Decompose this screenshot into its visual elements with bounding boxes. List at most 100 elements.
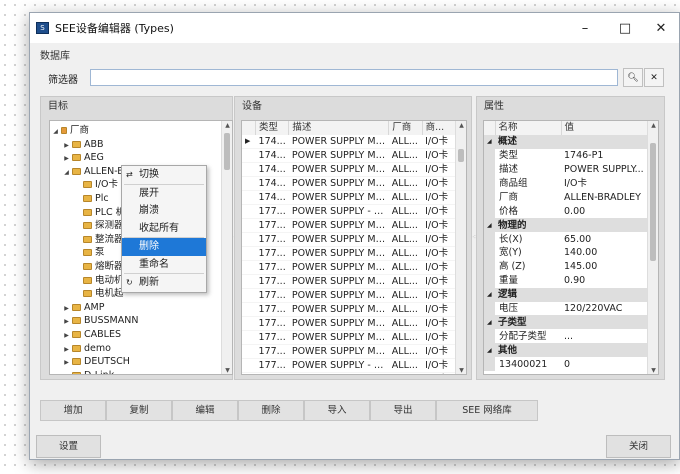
tree-scrollbar[interactable]: ▲ ▼ [221,121,232,374]
property-row[interactable]: 厂商 ALLEN-BRADLEY [484,190,649,205]
property-row[interactable]: 高 (Z) 145.00 [484,259,649,274]
scroll-up-icon[interactable]: ▲ [456,121,466,131]
property-row[interactable]: 电压 120/220VAC [484,301,649,316]
tree-item[interactable]: ▶ AEG [62,151,104,164]
close-button[interactable]: 关闭 [606,435,671,458]
tree-item[interactable]: ▶ BUSSMANN [62,314,138,327]
menu-item-collapse-all[interactable]: 收起所有 [122,220,206,238]
tree-item[interactable]: 电机起 [73,287,124,300]
tree-item[interactable]: 泵 [73,246,105,259]
column-header[interactable]: 描述 [288,121,390,135]
table-row[interactable]: 177...POWER SUPPLY MO...ALL...I/O卡 [242,218,457,234]
property-value[interactable]: 145.00 [561,260,649,274]
close-icon[interactable]: ✕ [641,13,680,43]
tree-item[interactable]: 电动机 [73,274,124,287]
scroll-thumb[interactable] [650,143,656,261]
table-row[interactable]: 177...POWER SUPPLY MO...ALL...I/O卡 [242,260,457,276]
tree-item[interactable]: ▶ D-Link [62,369,114,374]
collapsed-arrow-icon[interactable]: ▶ [62,302,71,315]
collapsed-arrow-icon[interactable]: ▶ [62,370,71,374]
property-row[interactable]: 价格 0.00 [484,204,649,219]
property-row[interactable]: 描述 POWER SUPPLY... [484,162,649,177]
tree-item[interactable]: ◢ 厂商 [51,124,89,137]
clear-filter-icon[interactable]: ✕ [644,68,664,87]
table-row[interactable]: 177...POWER SUPPLY MO...ALL...I/O卡 [242,288,457,304]
scroll-up-icon[interactable]: ▲ [648,121,658,131]
minimize-icon[interactable]: – [565,13,605,43]
property-row[interactable]: 分配子类型... [484,329,649,344]
export-button[interactable]: 导出 [370,400,436,421]
copy-button[interactable]: 复制 [106,400,172,421]
properties-grid[interactable]: 名称值 ◢ 概述 类型 1746-P1 描述 POWER SUPPLY... 商品组 I/O卡… [483,120,659,375]
tree-item[interactable]: 整流器 [73,233,124,246]
collapse-category-icon[interactable]: ◢ [484,315,495,330]
property-value[interactable]: 0 [561,357,649,371]
property-value[interactable]: ALLEN-BRADLEY [561,190,649,204]
menu-item-collapse[interactable]: 崩溃 [122,202,206,220]
maximize-icon[interactable]: □ [605,13,645,43]
property-value[interactable]: 1746-P1 [561,149,649,163]
table-row[interactable]: 174... POWER SUPPLY MO... ALL... I/O卡 [242,162,457,178]
property-value[interactable]: 120/220VAC [561,302,649,316]
tree-item[interactable]: ▶ AMP [62,301,104,314]
scroll-up-icon[interactable]: ▲ [222,121,232,131]
property-value[interactable]: ... [561,329,649,343]
collapse-category-icon[interactable]: ◢ [484,218,495,233]
tree-item[interactable]: ▶ ABB [62,138,103,152]
menu-item-expand[interactable]: 展开 [122,185,206,203]
add-button[interactable]: 增加 [40,400,106,421]
property-row[interactable]: 商品组 I/O卡 [484,176,649,191]
property-value[interactable]: 140.00 [561,246,649,260]
tree-item[interactable]: Plc [73,192,109,205]
property-value[interactable]: 65.00 [561,232,649,246]
property-category[interactable]: ◢ 概述 [484,134,649,149]
menu-item-refresh[interactable]: ↻ 刷新 [122,274,206,292]
table-row[interactable]: 177...POWER SUPPLY MO...ALL...I/O卡 [242,246,457,262]
column-header[interactable]: 厂商 [388,121,423,135]
collapsed-arrow-icon[interactable]: ▶ [62,356,71,369]
delete-button[interactable]: 删除 [238,400,304,421]
property-value[interactable]: 0.00 [561,204,649,218]
property-row[interactable]: 类型 1746-P1 [484,148,649,163]
table-row[interactable]: 174... POWER SUPPLY MO... ALL... I/O卡 [242,148,457,164]
table-row[interactable]: 177... POWER SUPPLY - 1... ALL... I/O卡 [242,204,457,220]
property-value[interactable]: I/O卡 [561,177,649,191]
devices-table[interactable]: 类型 描述 厂商 商... ▶ 174... POWER SUPPLY MO... ALL.… [241,120,467,375]
table-row[interactable]: 177...POWER SUPPLY MO...ALL...I/O卡 [242,330,457,346]
search-icon[interactable]: 🔍︎ [623,68,643,87]
property-value[interactable]: 0.90 [561,274,649,288]
collapse-category-icon[interactable]: ◢ [484,343,495,358]
properties-scrollbar[interactable]: ▲ ▼ [647,121,658,374]
filter-input[interactable] [90,69,618,86]
column-header[interactable]: 类型 [255,121,290,135]
menu-item-toggle[interactable]: ⇄ 切换 [122,166,206,184]
table-row[interactable]: 177...POWER SUPPLY MO...ALL...I/O卡 [242,274,457,290]
expanded-arrow-icon[interactable]: ◢ [51,125,60,138]
property-row[interactable]: 重量 0.90 [484,273,649,288]
property-row[interactable]: 13400021 0 [484,357,649,372]
tree-item[interactable]: ▶ DEUTSCH [62,355,130,368]
property-row[interactable]: 长(X) 65.00 [484,232,649,247]
collapsed-arrow-icon[interactable]: ▶ [62,139,71,152]
collapsed-arrow-icon[interactable]: ▶ [62,329,71,342]
property-category[interactable]: ◢ 物理的 [484,218,649,233]
menu-item-rename[interactable]: 重命名 [122,256,206,274]
devices-scrollbar[interactable]: ▲ ▼ [455,121,466,374]
tree-item[interactable]: ▶ demo [62,342,111,355]
expanded-arrow-icon[interactable]: ◢ [62,166,71,179]
collapse-category-icon[interactable]: ◢ [484,287,495,302]
scroll-down-icon[interactable]: ▼ [456,366,466,374]
table-row[interactable]: 174... POWER SUPPLY MO... ALL... I/O卡 [242,190,457,206]
property-row[interactable]: 宽(Y) 140.00 [484,246,649,260]
import-button[interactable]: 导入 [304,400,370,421]
tree-item[interactable]: ▶ CABLES [62,328,121,341]
see-network-library-button[interactable]: SEE 网络库 [436,400,538,421]
table-row[interactable]: 177...POWER SUPPLY MO...ALL...I/O卡 [242,372,457,374]
collapsed-arrow-icon[interactable]: ▶ [62,315,71,328]
table-row[interactable]: ▶ 174... POWER SUPPLY MO... ALL... I/O卡 [242,134,457,150]
collapsed-arrow-icon[interactable]: ▶ [62,152,71,165]
scroll-down-icon[interactable]: ▼ [222,366,232,374]
scroll-thumb[interactable] [224,133,230,170]
scroll-down-icon[interactable]: ▼ [648,366,658,374]
tree-item[interactable]: 熔断器 [73,260,124,273]
